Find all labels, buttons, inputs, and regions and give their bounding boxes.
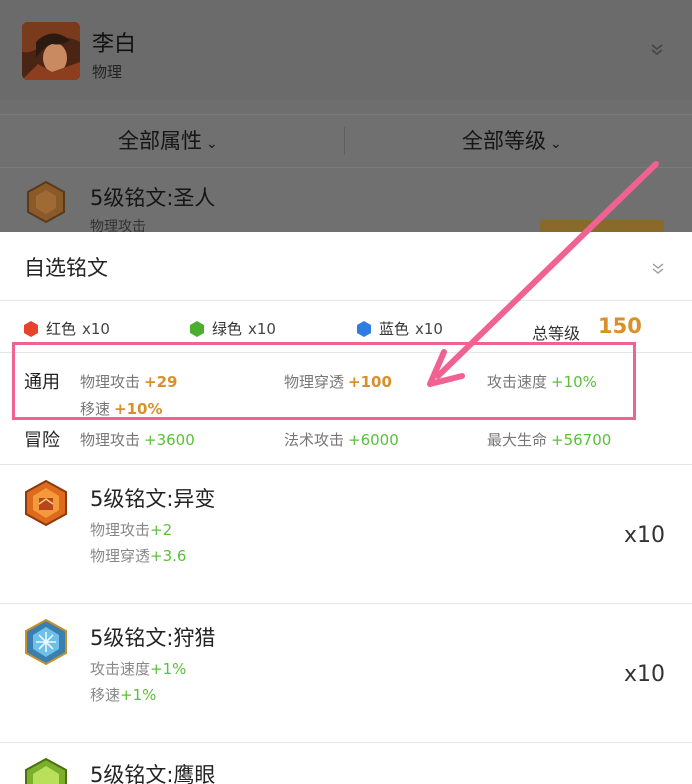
total-level-label: 总等级 <box>532 324 581 343</box>
attribute-name: 物理攻击 <box>80 431 141 449</box>
stat-value: +1% <box>120 686 157 704</box>
stat-name: 攻击速度 <box>90 660 151 678</box>
total-level-value: 150 <box>598 314 642 338</box>
attribute-name: 最大生命 <box>487 431 548 449</box>
attribute-filter-button[interactable]: 全部属性 ⌄ <box>118 115 218 167</box>
color-label: 红色 <box>46 320 77 338</box>
background-rune-item: 5级铭文:圣人 物理攻击 <box>0 168 692 238</box>
green-rune-count: 绿色 x10 <box>188 318 276 339</box>
rune-stat: 物理穿透+3.6 <box>90 545 186 566</box>
custom-rune-sheet: 自选铭文 红色 x10 绿色 x10 蓝色 x10 总等级 150 通用 物理攻… <box>0 232 692 784</box>
rune-gem-icon <box>27 180 65 224</box>
stat-name: 物理穿透 <box>90 547 151 565</box>
rune-count: x10 <box>624 523 666 548</box>
rune-stat: 物理攻击+2 <box>90 519 172 540</box>
caret-down-icon: ⌄ <box>550 136 562 152</box>
divider <box>0 300 692 301</box>
rune-item[interactable]: 5级铭文:异变 物理攻击+2 物理穿透+3.6 x10 <box>0 465 692 603</box>
color-count: x10 <box>248 319 276 338</box>
rune-name: 5级铭文:狩猎 <box>90 626 216 650</box>
background-rune-name: 5级铭文:圣人 <box>90 186 216 210</box>
stat-name: 移速 <box>90 686 121 704</box>
divider <box>344 127 345 155</box>
red-hexagon-icon <box>24 320 38 337</box>
adventure-category-label: 冒险 <box>24 430 60 451</box>
blue-hexagon-icon <box>357 320 371 337</box>
hero-avatar <box>22 22 80 80</box>
rune-name: 5级铭文:异变 <box>90 487 216 511</box>
caret-down-icon: ⌄ <box>206 136 218 152</box>
highlight-box <box>12 342 636 420</box>
color-summary-row: 红色 x10 绿色 x10 蓝色 x10 总等级 150 <box>0 314 692 344</box>
stat-value: +3.6 <box>150 547 187 565</box>
attribute-item: 物理攻击 +3600 <box>80 429 195 450</box>
attribute-filter-label: 全部属性 <box>118 129 202 153</box>
blue-rune-count: 蓝色 x10 <box>355 318 443 339</box>
collapse-chevron-icon[interactable] <box>650 260 666 276</box>
attribute-value: +3600 <box>144 431 195 449</box>
stat-value: +2 <box>150 521 173 539</box>
red-rune-count: 红色 x10 <box>22 318 110 339</box>
color-count: x10 <box>415 319 443 338</box>
attribute-item: 最大生命 +56700 <box>487 429 611 450</box>
stat-value: +1% <box>150 660 187 678</box>
rune-gem-icon <box>25 757 67 784</box>
rune-item[interactable]: 5级铭文:狩猎 攻击速度+1% 移速+1% x10 <box>0 604 692 742</box>
rune-gem-icon <box>25 479 67 527</box>
rune-stat: 攻击速度+1% <box>90 658 186 679</box>
rune-item[interactable]: 5级铭文:鹰眼 <box>0 743 692 784</box>
hero-selector[interactable]: 李白 物理 <box>0 0 692 100</box>
sheet-title: 自选铭文 <box>24 256 108 280</box>
rune-gem-icon <box>25 618 67 666</box>
rune-name: 5级铭文:鹰眼 <box>90 763 216 784</box>
rune-stat: 移速+1% <box>90 684 156 705</box>
attribute-value: +56700 <box>551 431 612 449</box>
green-hexagon-icon <box>190 320 204 337</box>
color-label: 蓝色 <box>379 320 410 338</box>
attribute-value: +6000 <box>348 431 399 449</box>
level-filter-label: 全部等级 <box>462 129 546 153</box>
color-count: x10 <box>82 319 110 338</box>
attribute-name: 法术攻击 <box>284 431 345 449</box>
level-filter-button[interactable]: 全部等级 ⌄ <box>462 115 562 167</box>
hero-name: 李白 <box>92 32 137 57</box>
filter-bar: 全部属性 ⌄ 全部等级 ⌄ <box>0 114 692 168</box>
color-label: 绿色 <box>212 320 243 338</box>
attribute-item: 法术攻击 +6000 <box>284 429 399 450</box>
chevron-down-icon <box>651 44 663 56</box>
hero-type: 物理 <box>92 63 123 81</box>
rune-count: x10 <box>624 662 666 687</box>
stat-name: 物理攻击 <box>90 521 151 539</box>
